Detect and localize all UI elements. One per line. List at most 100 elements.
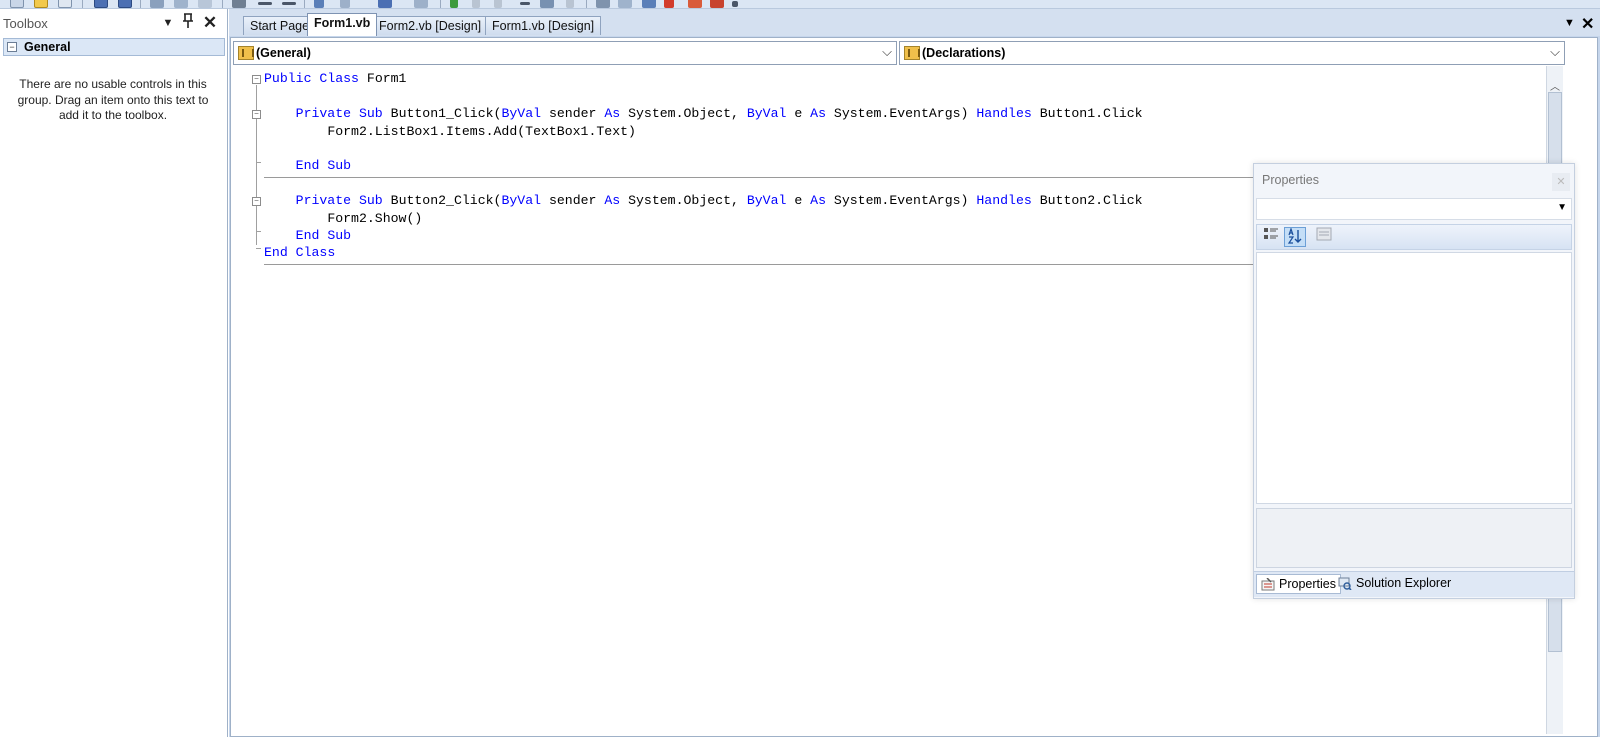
align-right-icon[interactable]	[282, 2, 296, 5]
keyword: End	[264, 245, 288, 260]
paste-icon[interactable]	[198, 0, 212, 8]
identifier: e	[794, 106, 803, 121]
keyword: As	[810, 106, 826, 121]
breakpoint-icon[interactable]	[540, 0, 554, 8]
toolbox-icon[interactable]	[688, 0, 702, 8]
keyword: Handles	[976, 106, 1032, 121]
identifier: System.EventArgs)	[833, 106, 969, 121]
object-browser-icon[interactable]	[710, 0, 724, 8]
identifier: System.Object,	[628, 193, 739, 208]
fold-end-tick	[256, 231, 261, 232]
keyword: As	[604, 106, 621, 121]
code-line-5: Private Sub Button2_Click(ByVal sender A…	[264, 193, 1143, 210]
identifier: sender	[548, 193, 597, 208]
method-name-combo[interactable]: (Declarations) ⌵	[899, 41, 1565, 65]
keyword: ByVal	[501, 193, 542, 208]
categorized-icon[interactable]	[1260, 227, 1282, 247]
step-icon[interactable]	[520, 2, 530, 5]
collapse-icon[interactable]: −	[7, 42, 17, 52]
keyword: Sub	[327, 158, 352, 173]
identifier: Button1.Click	[1039, 106, 1143, 121]
identifier: System.Object,	[628, 106, 739, 121]
keyword: As	[604, 193, 621, 208]
tab-form2-design[interactable]: Form2.vb [Design]	[372, 16, 489, 35]
keyword: ByVal	[746, 106, 787, 121]
properties-title: Properties	[1262, 173, 1319, 187]
add-item-icon[interactable]	[58, 0, 72, 8]
stop-icon[interactable]	[494, 0, 502, 8]
identifier: Button1_Click(	[390, 106, 502, 121]
property-description-pane	[1256, 508, 1572, 568]
find-in-files-icon[interactable]	[596, 0, 610, 8]
tab-properties[interactable]: Properties	[1256, 574, 1341, 594]
property-grid[interactable]	[1256, 252, 1572, 504]
close-icon[interactable]: ✕	[1552, 173, 1570, 191]
code-line-8: End Class	[264, 245, 335, 262]
align-left-icon[interactable]	[258, 2, 272, 5]
keyword: Public	[264, 71, 312, 86]
save-icon[interactable]	[94, 0, 108, 8]
toolbar-separator	[440, 0, 441, 8]
toolbox-group-general[interactable]: − General	[3, 38, 225, 56]
toolbox-pane: Toolbox ▼ ✕ − General There are no usabl…	[0, 9, 228, 737]
code-line-4: End Sub	[264, 158, 351, 175]
toolbox-empty-message: There are no usable controls in this gro…	[17, 77, 209, 122]
solution-explorer-icon[interactable]	[618, 0, 632, 8]
save-all-icon[interactable]	[118, 0, 132, 8]
close-icon[interactable]: ✕	[200, 13, 220, 33]
collapse-region-icon[interactable]: −	[252, 197, 261, 206]
tab-form1-design[interactable]: Form1.vb [Design]	[485, 16, 602, 35]
method-name-value: (Declarations)	[922, 46, 1006, 60]
keyword: End	[295, 228, 320, 243]
redo-icon[interactable]	[340, 0, 350, 8]
toolbar-separator	[82, 0, 83, 8]
property-pages-icon[interactable]	[1313, 227, 1335, 247]
code-line-6: Form2.Show()	[264, 211, 422, 228]
object-selector-combo[interactable]: ▼	[1256, 198, 1572, 220]
keyword: Sub	[327, 228, 352, 243]
alphabetical-icon[interactable]	[1284, 227, 1306, 247]
chevron-down-icon: ⌵	[1550, 44, 1560, 59]
keyword: ByVal	[746, 193, 787, 208]
fold-end-tick	[256, 162, 261, 163]
code-line-1: Public Class Form1	[264, 71, 406, 88]
properties-window-icon[interactable]	[642, 0, 656, 8]
properties-toolbar	[1256, 224, 1572, 250]
identifier: sender	[548, 106, 597, 121]
scroll-up-icon[interactable]: ︿	[1550, 78, 1560, 93]
active-files-menu-icon[interactable]: ▼	[1564, 17, 1575, 29]
start-debug-icon[interactable]	[450, 0, 458, 8]
keyword: Sub	[358, 106, 383, 121]
class-name-value: (General)	[256, 46, 311, 60]
properties-tab-strip: Properties Solution Explorer	[1254, 571, 1574, 597]
identifier: System.EventArgs)	[833, 193, 969, 208]
tab-solution-explorer[interactable]: Solution Explorer	[1334, 574, 1455, 594]
pause-icon[interactable]	[472, 0, 480, 8]
collapse-region-icon[interactable]: −	[252, 75, 261, 84]
undo-icon[interactable]	[314, 0, 324, 8]
keyword: Private	[295, 106, 352, 121]
keyword: Private	[295, 193, 352, 208]
step-over-icon[interactable]	[566, 0, 574, 8]
find-icon[interactable]	[232, 0, 246, 8]
properties-window: Properties ✕ ▼ Properties Solution Explo…	[1253, 163, 1575, 599]
toolbox-title: Toolbox	[3, 16, 48, 31]
open-folder-icon[interactable]	[34, 0, 48, 8]
tab-start-page[interactable]: Start Page	[243, 16, 317, 35]
close-document-icon[interactable]: ✕	[1581, 14, 1594, 34]
navigate-back-icon[interactable]	[378, 0, 392, 8]
cut-icon[interactable]	[150, 0, 164, 8]
pin-icon[interactable]	[178, 13, 198, 33]
copy-icon[interactable]	[174, 0, 188, 8]
tab-properties-label: Properties	[1279, 577, 1336, 591]
new-project-icon[interactable]	[10, 0, 24, 8]
tab-form1-vb[interactable]: Form1.vb	[307, 13, 378, 36]
toolbar-overflow-icon[interactable]	[732, 1, 738, 7]
delete-icon[interactable]	[664, 0, 674, 8]
keyword: Sub	[358, 193, 383, 208]
collapse-region-icon[interactable]: −	[252, 110, 261, 119]
fold-end-tick	[256, 248, 261, 249]
navigate-forward-icon[interactable]	[414, 0, 428, 8]
window-position-menu-icon[interactable]: ▼	[158, 13, 178, 33]
class-name-combo[interactable]: (General) ⌵	[233, 41, 897, 65]
